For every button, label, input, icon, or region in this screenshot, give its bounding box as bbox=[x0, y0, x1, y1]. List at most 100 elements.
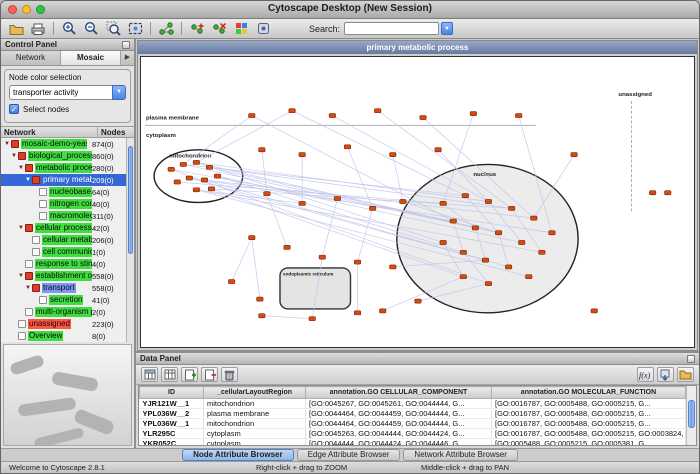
tree-row[interactable]: ▼metabolic process280(0) bbox=[1, 162, 126, 174]
col-header-cellular-component[interactable]: annotation.GO CELLULAR_COMPONENT bbox=[306, 387, 492, 399]
network-node[interactable] bbox=[168, 167, 174, 171]
expander-icon[interactable]: ▼ bbox=[24, 177, 32, 183]
network-node[interactable] bbox=[571, 153, 577, 157]
tree-row[interactable]: cell communica...1(0) bbox=[1, 246, 126, 258]
network-node[interactable] bbox=[518, 240, 524, 244]
network-edge[interactable] bbox=[332, 116, 488, 202]
col-header-molecular-function[interactable]: annotation.GO MOLECULAR_FUNCTION bbox=[492, 387, 686, 399]
network-node[interactable] bbox=[591, 309, 597, 313]
expander-icon[interactable]: ▼ bbox=[3, 141, 11, 147]
open-file-icon[interactable] bbox=[6, 20, 26, 37]
tree-row[interactable]: secretion41(0) bbox=[1, 294, 126, 306]
network-node[interactable] bbox=[354, 311, 360, 315]
tree-row[interactable]: unassigned223(0) bbox=[1, 318, 126, 330]
tree-row[interactable]: ▼cellular process42(0) bbox=[1, 222, 126, 234]
select-nodes-checkbox[interactable] bbox=[9, 104, 19, 114]
network-node[interactable] bbox=[515, 114, 521, 118]
network-node[interactable] bbox=[206, 165, 212, 169]
network-node[interactable] bbox=[420, 115, 426, 119]
network-node[interactable] bbox=[374, 109, 380, 113]
tree-scrollbar[interactable] bbox=[126, 138, 134, 342]
network-edge[interactable] bbox=[322, 199, 337, 258]
expander-icon[interactable]: ▼ bbox=[10, 153, 18, 159]
network-node[interactable] bbox=[470, 112, 476, 116]
tree-row[interactable]: multi-organism pro...2(0) bbox=[1, 306, 126, 318]
table-scrollbar-thumb[interactable] bbox=[688, 400, 695, 428]
select-attributes-icon[interactable] bbox=[141, 367, 158, 382]
tree-row[interactable]: ▼establishment of lo...558(0) bbox=[1, 270, 126, 282]
network-edge[interactable] bbox=[252, 238, 260, 300]
tab-network[interactable]: Network bbox=[1, 51, 61, 65]
zoom-out-icon[interactable] bbox=[81, 20, 101, 37]
network-node[interactable] bbox=[180, 162, 186, 166]
search-input[interactable] bbox=[344, 22, 439, 35]
table-row[interactable]: YPL036W__2plasma membrane[GO:0044464, GO… bbox=[140, 409, 686, 419]
tree-scrollbar-thumb[interactable] bbox=[128, 146, 133, 254]
new-attribute-icon[interactable] bbox=[181, 367, 198, 382]
network-edge[interactable] bbox=[393, 155, 403, 202]
network-node[interactable] bbox=[390, 265, 396, 269]
unselect-attributes-icon[interactable] bbox=[161, 367, 178, 382]
network-edge[interactable] bbox=[196, 111, 292, 163]
expander-icon[interactable]: ▼ bbox=[17, 165, 25, 171]
network-node[interactable] bbox=[415, 299, 421, 303]
network-node[interactable] bbox=[319, 255, 325, 259]
network-node[interactable] bbox=[259, 314, 265, 318]
network-canvas[interactable]: plasma membrane cytoplasm mitochondrion … bbox=[140, 56, 695, 348]
network-node[interactable] bbox=[309, 317, 315, 321]
network-node[interactable] bbox=[460, 250, 466, 254]
network-node[interactable] bbox=[193, 188, 199, 192]
open-attribute-file-icon[interactable] bbox=[677, 367, 694, 382]
network-node[interactable] bbox=[259, 148, 265, 152]
network-node[interactable] bbox=[440, 240, 446, 244]
network-node[interactable] bbox=[174, 180, 180, 184]
tree-row[interactable]: ▼primary metab...209(0) bbox=[1, 174, 126, 186]
network-node[interactable] bbox=[354, 260, 360, 264]
tab-node-attribute-browser[interactable]: Node Attribute Browser bbox=[182, 449, 294, 461]
network-node[interactable] bbox=[495, 231, 501, 235]
table-row[interactable]: YLR295Ccytoplasm[GO:0045263, GO:0044444,… bbox=[140, 429, 686, 439]
network-node[interactable] bbox=[186, 176, 192, 180]
network-node[interactable] bbox=[257, 297, 263, 301]
network-node[interactable] bbox=[208, 187, 214, 191]
print-icon[interactable] bbox=[28, 20, 48, 37]
import-attributes-icon[interactable] bbox=[657, 367, 674, 382]
network-node[interactable] bbox=[482, 258, 488, 262]
network-node[interactable] bbox=[508, 206, 514, 210]
network-node[interactable] bbox=[450, 219, 456, 223]
new-network-icon[interactable] bbox=[187, 20, 207, 37]
network-edge[interactable] bbox=[292, 111, 465, 196]
zoom-fit-icon[interactable] bbox=[125, 20, 145, 37]
expander-icon[interactable]: ▼ bbox=[17, 273, 25, 279]
tab-network-attribute-browser[interactable]: Network Attribute Browser bbox=[403, 449, 517, 461]
network-node[interactable] bbox=[435, 148, 441, 152]
network-node[interactable] bbox=[526, 275, 532, 279]
network-node[interactable] bbox=[472, 226, 478, 230]
tree-row[interactable]: ▼transport558(0) bbox=[1, 282, 126, 294]
vizmapper-icon[interactable] bbox=[231, 20, 251, 37]
expander-icon[interactable]: ▼ bbox=[24, 285, 32, 291]
plugins-icon[interactable] bbox=[253, 20, 273, 37]
network-node[interactable] bbox=[665, 191, 671, 195]
tree-row[interactable]: cellular metabo...206(0) bbox=[1, 234, 126, 246]
delete-attribute-icon[interactable] bbox=[201, 367, 218, 382]
network-node[interactable] bbox=[249, 236, 255, 240]
tree-row[interactable]: macromolecule...311(0) bbox=[1, 210, 126, 222]
formula-builder-icon[interactable]: f(x) bbox=[637, 367, 654, 382]
network-node[interactable] bbox=[228, 280, 234, 284]
network-node[interactable] bbox=[400, 199, 406, 203]
network-node[interactable] bbox=[440, 201, 446, 205]
tree-row[interactable]: Overview8(0) bbox=[1, 330, 126, 342]
network-node[interactable] bbox=[264, 192, 270, 196]
network-node[interactable] bbox=[329, 114, 335, 118]
expander-icon[interactable]: ▼ bbox=[17, 225, 25, 231]
network-node[interactable] bbox=[299, 201, 305, 205]
network-node[interactable] bbox=[649, 191, 655, 195]
network-node[interactable] bbox=[214, 174, 220, 178]
network-node[interactable] bbox=[369, 206, 375, 210]
select-nodes-row[interactable]: Select nodes bbox=[9, 104, 126, 114]
float-panel-icon[interactable] bbox=[687, 355, 695, 363]
destroy-network-icon[interactable] bbox=[209, 20, 229, 37]
table-scrollbar[interactable] bbox=[686, 386, 696, 445]
network-node[interactable] bbox=[531, 216, 537, 220]
